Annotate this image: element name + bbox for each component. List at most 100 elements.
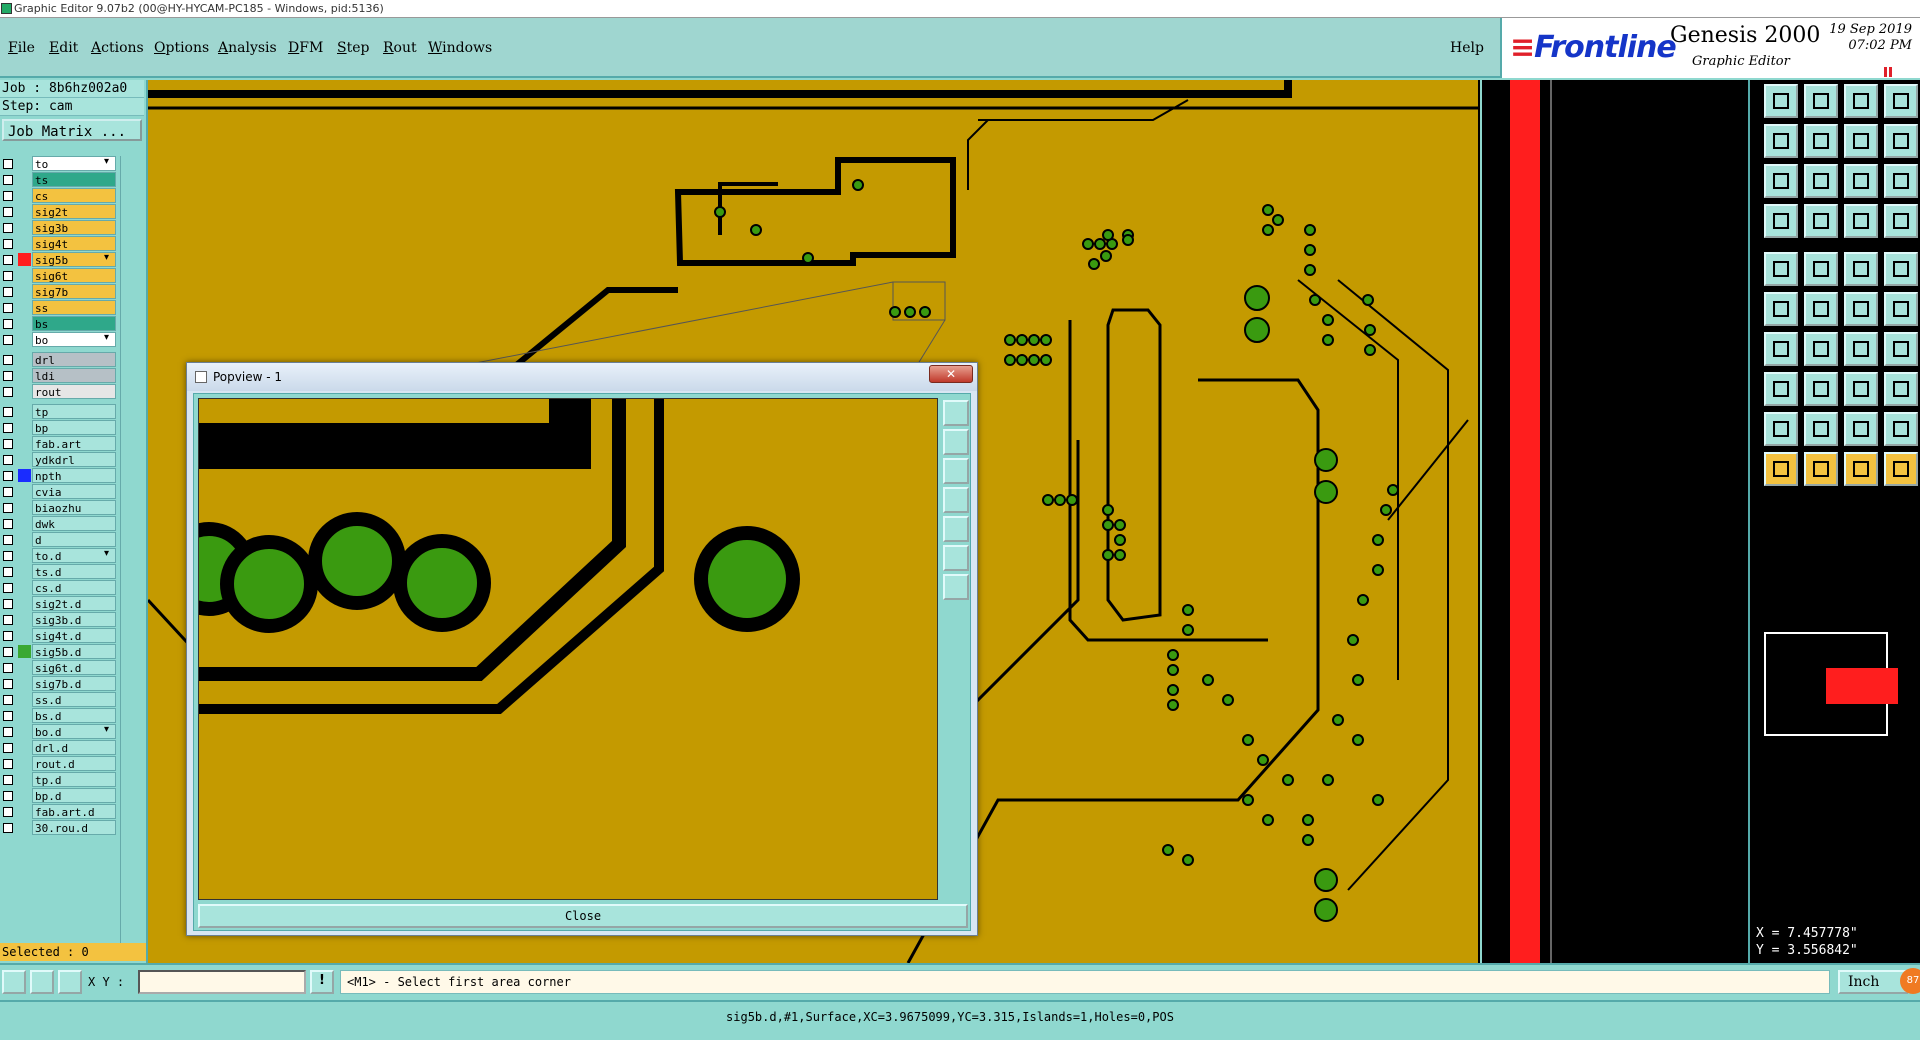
layer-right-icon[interactable] bbox=[1884, 204, 1918, 238]
pv-pan-left-icon[interactable] bbox=[943, 487, 969, 513]
pv-fit-icon[interactable] bbox=[943, 545, 969, 571]
layer-checkbox[interactable] bbox=[3, 631, 13, 641]
layer-name[interactable]: cs bbox=[32, 188, 116, 203]
layer-row[interactable]: fab.art.d bbox=[0, 804, 118, 819]
zoom-in-icon[interactable] bbox=[1764, 84, 1798, 118]
grid-toggle-icon[interactable] bbox=[1804, 204, 1838, 238]
overview-minimap[interactable] bbox=[1764, 632, 1898, 736]
layer-row[interactable]: sig5b ▾ bbox=[0, 252, 118, 267]
layer-row[interactable]: bs.d bbox=[0, 708, 118, 723]
layer-row[interactable]: rout.d bbox=[0, 756, 118, 771]
layer-row[interactable]: ldi bbox=[0, 368, 118, 383]
layer-checkbox[interactable] bbox=[3, 663, 13, 673]
xy-input[interactable] bbox=[138, 970, 306, 994]
layer-checkbox[interactable] bbox=[3, 727, 13, 737]
popview-canvas[interactable] bbox=[198, 398, 938, 900]
minus-line-icon[interactable] bbox=[1804, 372, 1838, 406]
layer-row[interactable]: ts bbox=[0, 172, 118, 187]
layer-row[interactable]: cs.d bbox=[0, 580, 118, 595]
notification-badge[interactable]: 87 bbox=[1900, 968, 1920, 994]
layer-name[interactable]: dwk bbox=[32, 516, 116, 531]
layer-name[interactable]: cvia bbox=[32, 484, 116, 499]
zoom-out-icon[interactable] bbox=[1804, 84, 1838, 118]
layer-row[interactable]: bp.d bbox=[0, 788, 118, 803]
redraw-icon[interactable] bbox=[1884, 124, 1918, 158]
angle-icon[interactable] bbox=[1764, 332, 1798, 366]
curve-icon[interactable] bbox=[1844, 332, 1878, 366]
layer-name[interactable]: sig3b.d bbox=[32, 612, 116, 627]
layer-row[interactable]: ss bbox=[0, 300, 118, 315]
layer-checkbox[interactable] bbox=[3, 191, 13, 201]
layer-row[interactable]: sig4t bbox=[0, 236, 118, 251]
menu-options[interactable]: Options bbox=[154, 40, 209, 56]
zoom-window-icon[interactable] bbox=[1844, 124, 1878, 158]
pv-pan-right-icon[interactable] bbox=[943, 516, 969, 542]
menu-windows[interactable]: Windows bbox=[428, 40, 492, 56]
layer-name[interactable]: ts bbox=[32, 172, 116, 187]
layer-name[interactable]: bp bbox=[32, 420, 116, 435]
layer-checkbox[interactable] bbox=[3, 159, 13, 169]
layer-name[interactable]: sig6t bbox=[32, 268, 116, 283]
connect-icon[interactable] bbox=[1764, 292, 1798, 326]
layer-name[interactable]: ts.d bbox=[32, 564, 116, 579]
layer-row[interactable]: bs bbox=[0, 316, 118, 331]
triangle-b-icon[interactable] bbox=[1804, 412, 1838, 446]
pad-add-icon[interactable] bbox=[1764, 252, 1798, 286]
layer-checkbox[interactable] bbox=[3, 759, 13, 769]
layer-checkbox[interactable] bbox=[3, 239, 13, 249]
layer-name[interactable]: sig2t.d bbox=[32, 596, 116, 611]
layer-row[interactable]: cs bbox=[0, 188, 118, 203]
layer-checkbox[interactable] bbox=[3, 791, 13, 801]
layer-name[interactable]: ydkdrl bbox=[32, 452, 116, 467]
layer-row[interactable]: drl.d bbox=[0, 740, 118, 755]
layer-name[interactable]: sig4t bbox=[32, 236, 116, 251]
layer-checkbox[interactable] bbox=[3, 255, 13, 265]
pointer-edit-icon[interactable] bbox=[1804, 452, 1838, 486]
layer-checkbox[interactable] bbox=[3, 567, 13, 577]
layer-row[interactable]: sig5b.d bbox=[0, 644, 118, 659]
node-icon[interactable] bbox=[1884, 292, 1918, 326]
align-icon[interactable] bbox=[1844, 372, 1878, 406]
pv-pan-up-icon[interactable] bbox=[943, 458, 969, 484]
layer-checkbox[interactable] bbox=[3, 647, 13, 657]
pv-zoom-out-icon[interactable] bbox=[943, 429, 969, 455]
menu-edit[interactable]: Edit bbox=[49, 40, 78, 56]
layer-row[interactable]: bo.d ▾ bbox=[0, 724, 118, 739]
zoom-center-icon[interactable] bbox=[1804, 164, 1838, 198]
layer-name[interactable]: fab.art bbox=[32, 436, 116, 451]
menu-actions[interactable]: Actions bbox=[91, 40, 144, 56]
layer-row[interactable]: sig7b.d bbox=[0, 676, 118, 691]
layer-row[interactable]: cvia bbox=[0, 484, 118, 499]
layer-row[interactable]: sig2t.d bbox=[0, 596, 118, 611]
select-icon[interactable] bbox=[1764, 204, 1798, 238]
line-dot-icon[interactable] bbox=[1844, 292, 1878, 326]
layer-row[interactable]: bp bbox=[0, 420, 118, 435]
pv-zoom-in-icon[interactable] bbox=[943, 400, 969, 426]
home-icon[interactable] bbox=[1844, 84, 1878, 118]
snap-mode-icon[interactable] bbox=[2, 970, 26, 994]
arc-icon[interactable] bbox=[1804, 252, 1838, 286]
layer-name[interactable]: ss.d bbox=[32, 692, 116, 707]
layer-row[interactable]: sig3b bbox=[0, 220, 118, 235]
window-title-bar[interactable]: Graphic Editor 9.07b2 (00@HY-HYCAM-PC185… bbox=[0, 0, 1920, 18]
layer-row[interactable]: 30.rou.d bbox=[0, 820, 118, 835]
layer-row[interactable]: biaozhu bbox=[0, 500, 118, 515]
layer-checkbox[interactable] bbox=[3, 287, 13, 297]
layer-row[interactable]: npth bbox=[0, 468, 118, 483]
layer-checkbox[interactable] bbox=[3, 775, 13, 785]
layer-name[interactable]: npth bbox=[32, 468, 116, 483]
layer-name[interactable]: sig3b bbox=[32, 220, 116, 235]
layer-checkbox[interactable] bbox=[3, 487, 13, 497]
layer-row[interactable]: fab.art bbox=[0, 436, 118, 451]
layer-left-icon[interactable] bbox=[1844, 204, 1878, 238]
popview-close-button[interactable]: Close bbox=[198, 904, 968, 928]
layer-name[interactable]: bp.d bbox=[32, 788, 116, 803]
layer-checkbox[interactable] bbox=[3, 471, 13, 481]
diagonal-icon[interactable] bbox=[1804, 332, 1838, 366]
cross-icon[interactable] bbox=[1804, 292, 1838, 326]
layer-checkbox[interactable] bbox=[3, 535, 13, 545]
pointer-move-icon[interactable] bbox=[1844, 452, 1878, 486]
layer-checkbox[interactable] bbox=[3, 695, 13, 705]
layer-row[interactable]: sig3b.d bbox=[0, 612, 118, 627]
fit-icon[interactable] bbox=[1764, 164, 1798, 198]
